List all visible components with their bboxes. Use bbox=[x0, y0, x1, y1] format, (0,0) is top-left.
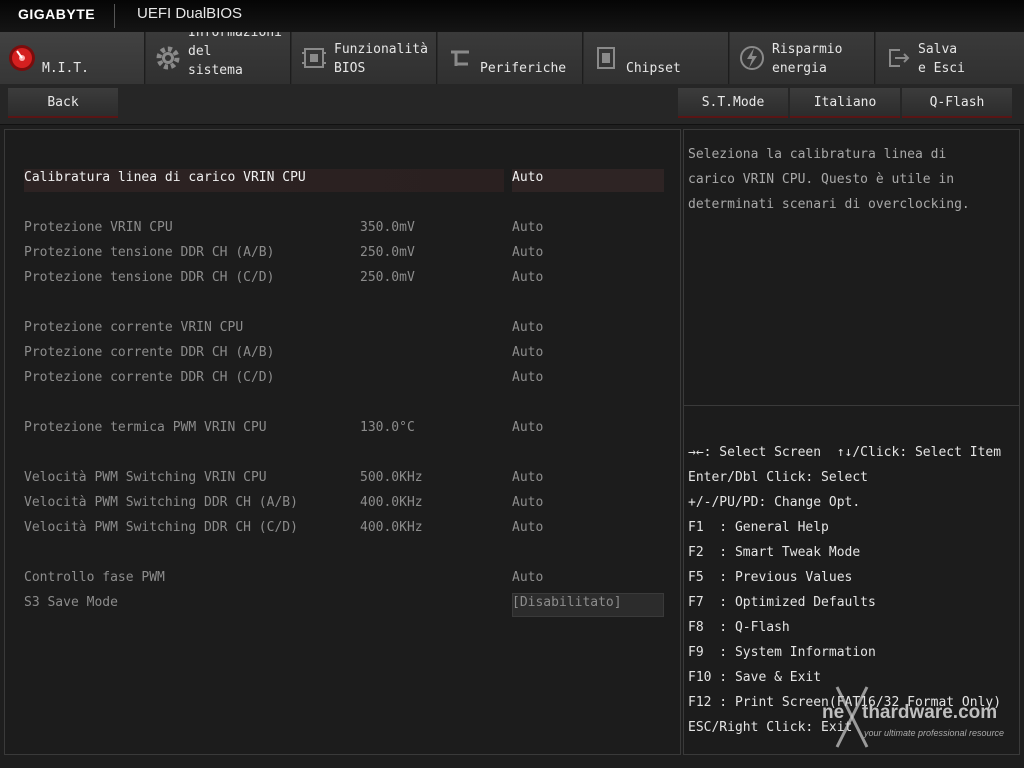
exit-icon bbox=[889, 49, 910, 67]
tab-mit[interactable]: M.I.T. bbox=[0, 32, 145, 84]
watermark-prefix: ne bbox=[822, 702, 845, 723]
setting-row[interactable]: Protezione corrente VRIN CPU Auto bbox=[24, 317, 664, 339]
setting-option[interactable]: Auto bbox=[512, 492, 543, 514]
setting-row[interactable]: Controllo fase PWM Auto bbox=[24, 567, 664, 589]
setting-option[interactable]: Auto bbox=[512, 317, 543, 339]
setting-option[interactable]: Auto bbox=[512, 417, 543, 439]
main-tabs: M.I.T. Informazioni del sistema Funziona… bbox=[0, 32, 1024, 84]
tab-label: Funzionalità BIOS bbox=[334, 42, 428, 76]
tab-bios-features[interactable]: Funzionalità BIOS bbox=[292, 32, 437, 84]
chipset-icon bbox=[597, 47, 615, 69]
setting-value: 250.0mV bbox=[360, 245, 415, 260]
setting-label: Controllo fase PWM bbox=[24, 570, 165, 585]
setting-label: S3 Save Mode bbox=[24, 595, 118, 610]
setting-row[interactable]: Protezione termica PWM VRIN CPU 130.0°C … bbox=[24, 417, 664, 439]
setting-label: Protezione corrente DDR CH (C/D) bbox=[24, 370, 275, 385]
setting-option[interactable]: [Disabilitato] bbox=[512, 592, 622, 614]
setting-value: 130.0°C bbox=[360, 420, 415, 435]
back-button[interactable]: Back bbox=[8, 88, 118, 118]
setting-row[interactable]: Velocità PWM Switching VRIN CPU 500.0KHz… bbox=[24, 467, 664, 489]
setting-value: 500.0KHz bbox=[360, 470, 423, 485]
key-help-item: F2 : Smart Tweak Mode bbox=[688, 545, 861, 560]
setting-value: 350.0mV bbox=[360, 220, 415, 235]
tab-power-management[interactable]: Risparmio energia bbox=[730, 32, 875, 84]
setting-label: Protezione VRIN CPU bbox=[24, 220, 173, 235]
key-help-item: →←: Select Screen ↑↓/Click: Select Item bbox=[688, 445, 1002, 460]
setting-label: Protezione tensione DDR CH (C/D) bbox=[24, 270, 275, 285]
st-mode-button[interactable]: S.T.Mode bbox=[678, 88, 788, 118]
key-help-item: F9 : System Information bbox=[688, 645, 876, 660]
setting-label: Protezione tensione DDR CH (A/B) bbox=[24, 245, 275, 260]
tab-label: M.I.T. bbox=[42, 61, 89, 76]
tab-system-info[interactable]: Informazioni del sistema bbox=[146, 32, 291, 84]
product-title: UEFI DualBIOS bbox=[137, 5, 243, 22]
watermark: ne thardware.com your ultimate professio… bbox=[822, 686, 1022, 752]
language-button[interactable]: Italiano bbox=[790, 88, 900, 118]
setting-row[interactable]: Velocità PWM Switching DDR CH (A/B) 400.… bbox=[24, 492, 664, 514]
setting-value: 250.0mV bbox=[360, 270, 415, 285]
help-divider bbox=[684, 405, 1019, 406]
key-help-item: F8 : Q-Flash bbox=[688, 620, 790, 635]
setting-value: 400.0KHz bbox=[360, 495, 423, 510]
tab-save-exit[interactable]: Salva e Esci bbox=[876, 32, 1024, 84]
plug-icon bbox=[451, 50, 469, 66]
key-help-item: +/-/PU/PD: Change Opt. bbox=[688, 495, 861, 510]
watermark-name: thardware.com bbox=[862, 702, 998, 723]
setting-row[interactable]: Protezione corrente DDR CH (C/D) Auto bbox=[24, 367, 664, 389]
title-divider bbox=[114, 4, 115, 28]
qflash-button[interactable]: Q-Flash bbox=[902, 88, 1012, 118]
key-help-item: F7 : Optimized Defaults bbox=[688, 595, 876, 610]
tab-label: Informazioni del sistema bbox=[188, 32, 282, 78]
tab-label: Periferiche bbox=[480, 61, 567, 76]
setting-row[interactable]: S3 Save Mode [Disabilitato] bbox=[24, 592, 664, 614]
setting-row[interactable]: Protezione corrente DDR CH (A/B) Auto bbox=[24, 342, 664, 364]
setting-option[interactable]: Auto bbox=[512, 467, 543, 489]
setting-row[interactable]: Calibratura linea di carico VRIN CPU Aut… bbox=[24, 167, 664, 189]
setting-row[interactable]: Protezione tensione DDR CH (C/D) 250.0mV… bbox=[24, 267, 664, 289]
setting-option[interactable]: Auto bbox=[512, 567, 543, 589]
setting-option[interactable]: Auto bbox=[512, 367, 543, 389]
mit-icon bbox=[9, 45, 35, 71]
setting-option[interactable]: Auto bbox=[512, 342, 543, 364]
setting-label: Velocità PWM Switching VRIN CPU bbox=[24, 470, 267, 485]
setting-label: Protezione corrente VRIN CPU bbox=[24, 320, 244, 335]
gear-icon bbox=[156, 46, 180, 70]
tab-label: Salva e Esci bbox=[918, 42, 965, 76]
setting-row[interactable]: Velocità PWM Switching DDR CH (C/D) 400.… bbox=[24, 517, 664, 539]
chip-icon bbox=[302, 48, 326, 68]
setting-label: Protezione corrente DDR CH (A/B) bbox=[24, 345, 275, 360]
key-help-item: F1 : General Help bbox=[688, 520, 829, 535]
title-bar: GIGABYTE UEFI DualBIOS bbox=[0, 0, 1024, 33]
key-help-item: F5 : Previous Values bbox=[688, 570, 853, 585]
watermark-tagline: your ultimate professional resource bbox=[864, 728, 1005, 738]
setting-option[interactable]: Auto bbox=[512, 217, 543, 239]
setting-label: Calibratura linea di carico VRIN CPU bbox=[24, 170, 306, 185]
setting-option[interactable]: Auto bbox=[512, 167, 543, 189]
setting-option[interactable]: Auto bbox=[512, 242, 543, 264]
setting-row[interactable]: Protezione tensione DDR CH (A/B) 250.0mV… bbox=[24, 242, 664, 264]
setting-value: 400.0KHz bbox=[360, 520, 423, 535]
setting-row[interactable]: Protezione VRIN CPU 350.0mV Auto bbox=[24, 217, 664, 239]
setting-option[interactable]: Auto bbox=[512, 267, 543, 289]
tab-label: Risparmio energia bbox=[772, 42, 843, 76]
key-help-item: Enter/Dbl Click: Select bbox=[688, 470, 869, 485]
help-description: Seleziona la calibratura linea di carico… bbox=[688, 147, 970, 212]
tab-chipset[interactable]: Chipset bbox=[584, 32, 729, 84]
setting-label: Velocità PWM Switching DDR CH (A/B) bbox=[24, 495, 298, 510]
setting-label: Velocità PWM Switching DDR CH (C/D) bbox=[24, 520, 298, 535]
brand-logo: GIGABYTE bbox=[18, 6, 96, 22]
tab-label: Chipset bbox=[626, 61, 681, 76]
setting-label: Protezione termica PWM VRIN CPU bbox=[24, 420, 267, 435]
lightning-icon bbox=[740, 46, 764, 70]
tab-peripherals[interactable]: Periferiche bbox=[438, 32, 583, 84]
setting-option[interactable]: Auto bbox=[512, 517, 543, 539]
